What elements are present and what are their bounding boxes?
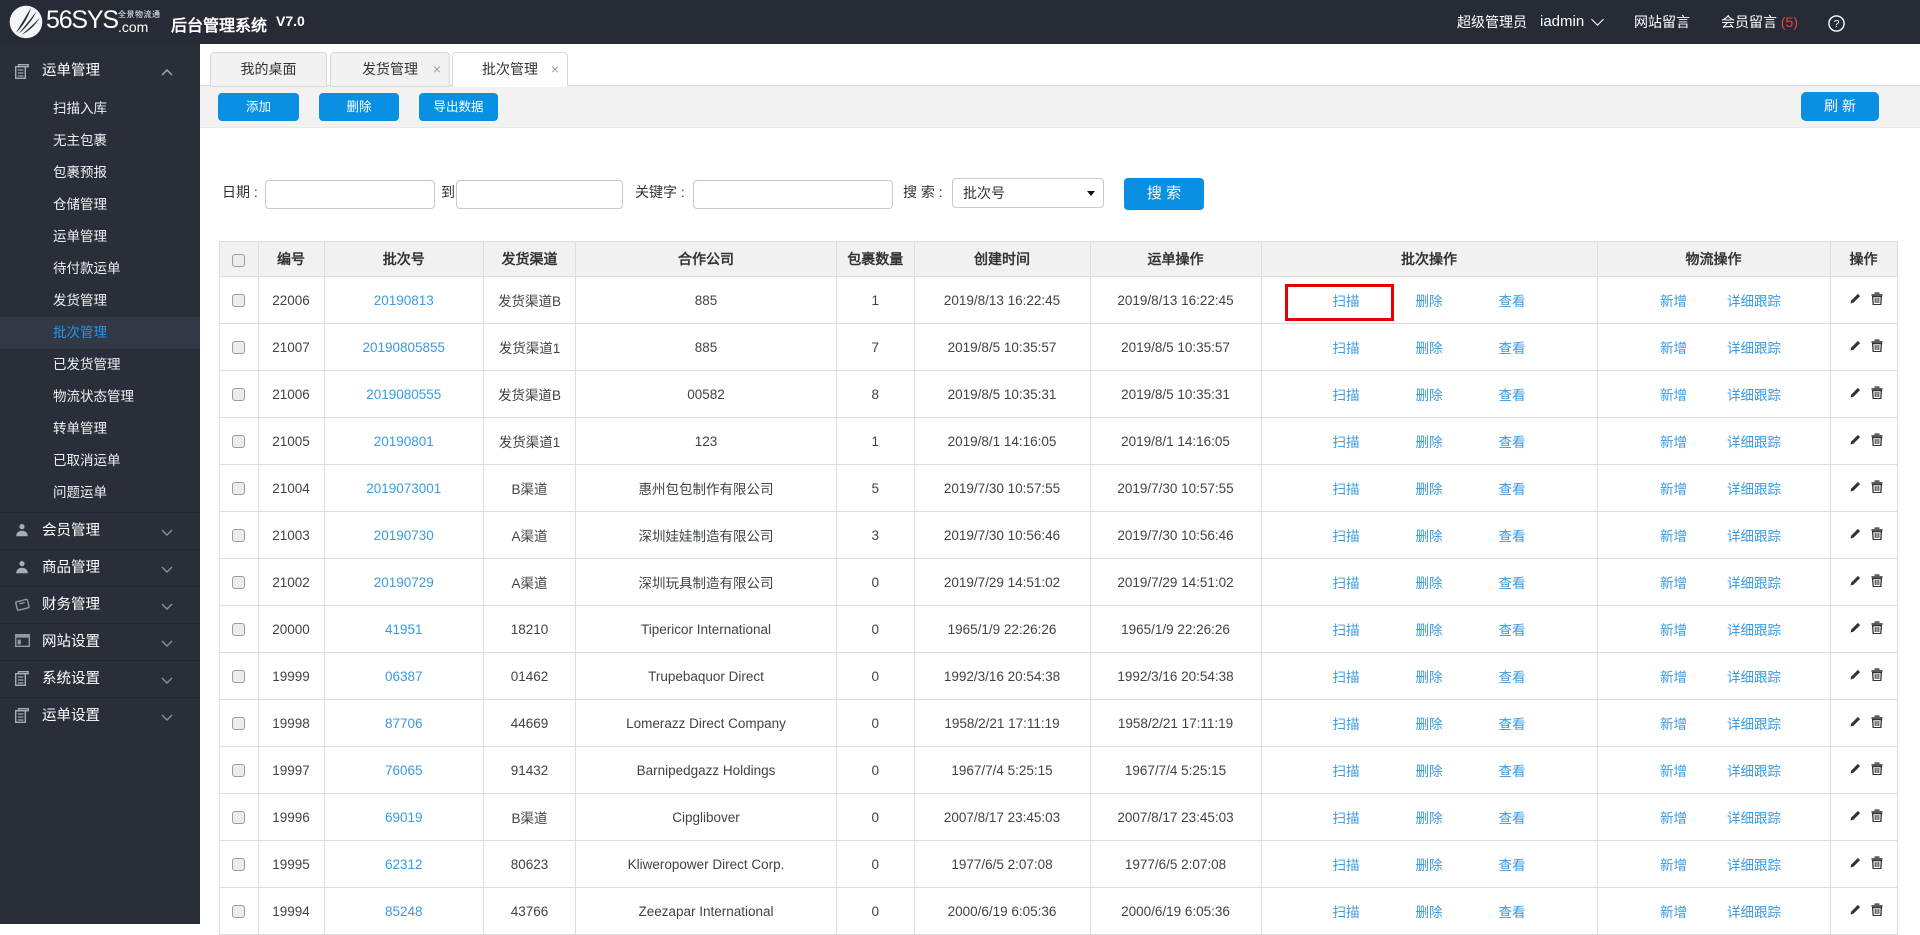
svg-text:?: ? bbox=[1834, 18, 1840, 30]
